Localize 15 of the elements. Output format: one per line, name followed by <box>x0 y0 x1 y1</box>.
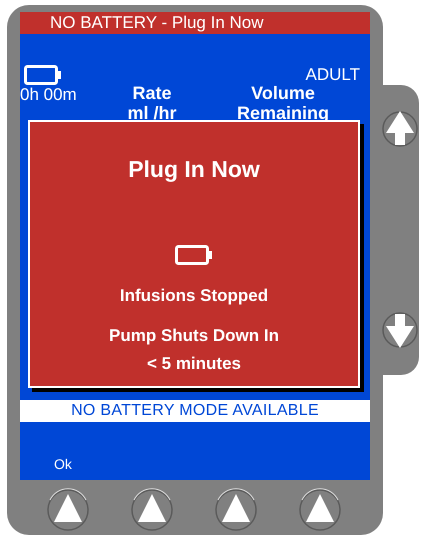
column-unit: ml /hr <box>127 103 176 123</box>
battery-time: 0h 00m <box>20 84 78 105</box>
column-heading: Rate <box>132 83 172 103</box>
battery-icon <box>24 65 62 85</box>
alert-detail: Pump Shuts Down In <box>109 325 279 347</box>
softkey-label: Ok <box>54 456 72 472</box>
battery-icon <box>175 245 213 265</box>
title-bar: NO BATTERY - Plug In Now <box>20 12 370 34</box>
column-unit: Remaining <box>236 103 329 123</box>
alert-title: Plug In Now <box>128 156 260 183</box>
patient-type: ADULT <box>306 65 360 85</box>
alert-detail: < 5 minutes <box>146 353 241 375</box>
column-heading: Volume <box>251 83 315 103</box>
alert-message: Infusions Stopped <box>120 286 268 306</box>
mode-banner: NO BATTERY MODE AVAILABLE <box>20 400 370 422</box>
